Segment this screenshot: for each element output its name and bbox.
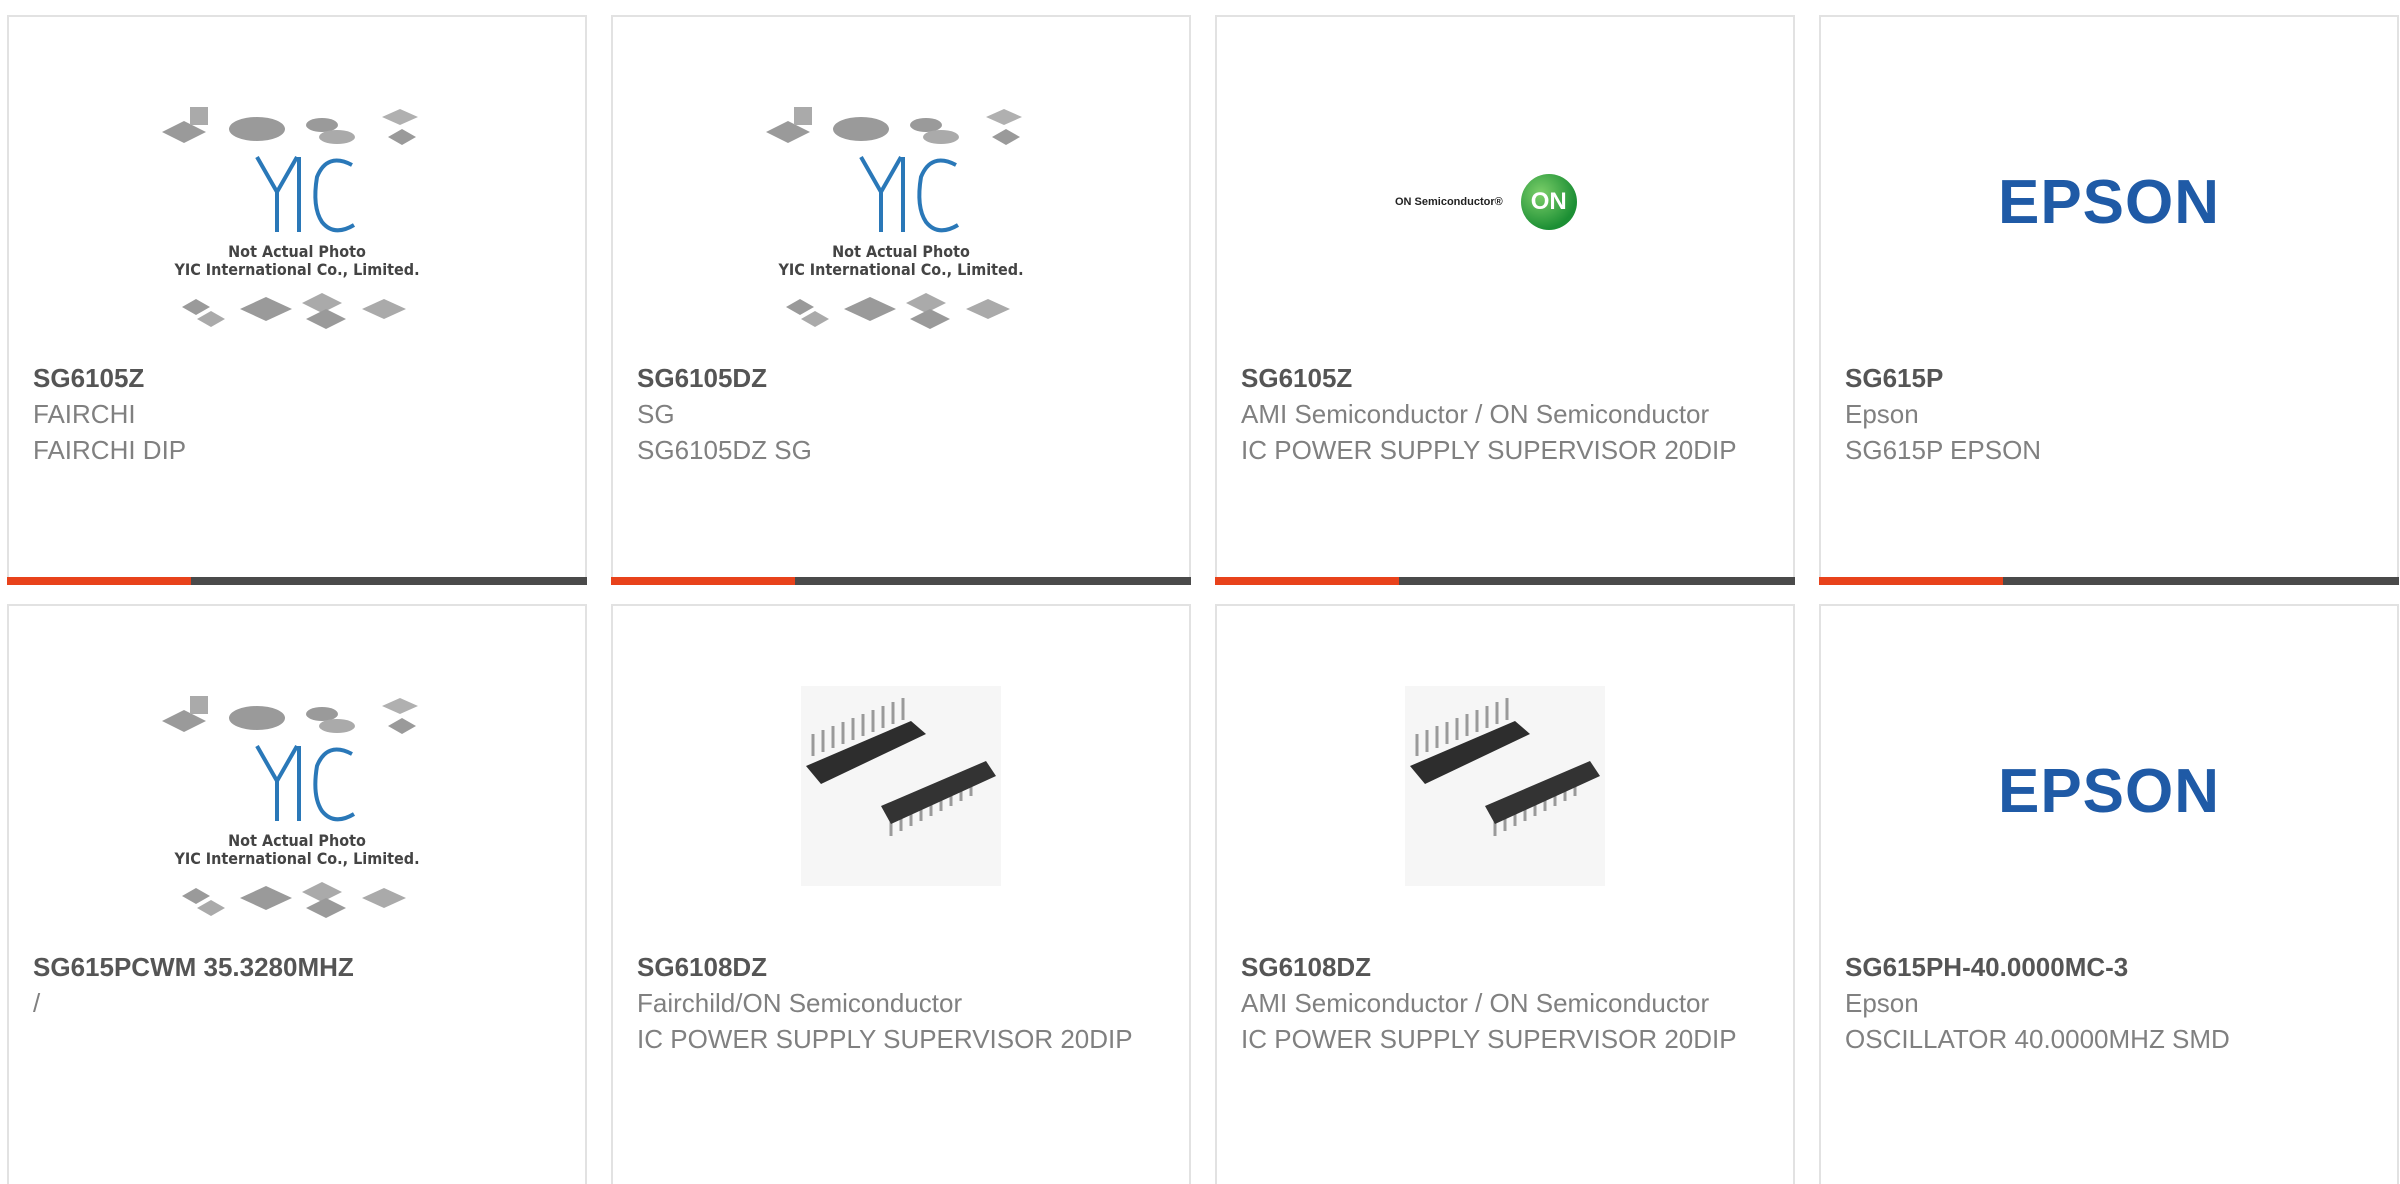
epson-logo: EPSON [1997,757,2221,826]
description: IC POWER SUPPLY SUPERVISOR 20DIP [637,1024,1133,1054]
product-image[interactable]: Not Actual Photo YIC International Co., … [9,97,585,367]
product-card[interactable]: EPSON SG615PH-40.0000MC-3 Epson OSCILLAT… [1819,604,2399,1184]
part-number[interactable]: SG6105Z [1241,360,1769,396]
card-bottom-bar [1819,577,2399,585]
manufacturer: AMI Semiconductor / ON Semiconductor [1241,988,1710,1018]
part-number[interactable]: SG6105DZ [637,360,1165,396]
manufacturer: Epson [1845,988,1919,1018]
on-badge-icon: ON [1520,174,1577,230]
card-bottom-bar [1215,577,1795,585]
product-info: SG6105Z AMI Semiconductor / ON Semicondu… [1241,360,1769,468]
product-card[interactable]: EPSON SG615P Epson SG615P EPSON [1819,15,2399,585]
manufacturer: / [33,988,41,1018]
dip-chip-icon [801,686,1001,886]
caption-line-2: YIC International Co., Limited. [777,260,1023,279]
product-info: SG615PCWM 35.3280MHZ / [33,949,561,1021]
product-info: SG6105DZ SG SG6105DZ SG [637,360,1165,468]
product-card[interactable]: Not Actual Photo YIC International Co., … [7,604,587,1184]
epson-logo: EPSON [1997,168,2221,237]
caption-line-1: Not Actual Photo [228,242,366,261]
product-card[interactable]: Not Actual Photo YIC International Co., … [611,15,1191,585]
on-semiconductor-logo: ON Semiconductor® ON [1395,172,1615,232]
product-image[interactable] [1217,686,1793,956]
product-card[interactable]: ON Semiconductor® ON SG6105Z AMI Semicon… [1215,15,1795,585]
part-number[interactable]: SG6105Z [33,360,561,396]
product-info: SG6105Z FAIRCHI FAIRCHI DIP [33,360,561,468]
manufacturer: Epson [1845,399,1919,429]
product-info: SG615PH-40.0000MC-3 Epson OSCILLATOR 40.… [1845,949,2373,1057]
yic-placeholder-icon: Not Actual Photo YIC International Co., … [766,107,1024,329]
caption-line-2: YIC International Co., Limited. [173,849,419,868]
product-image[interactable]: Not Actual Photo YIC International Co., … [9,686,585,956]
card-bottom-bar [611,577,1191,585]
card-bottom-bar [7,577,587,585]
product-card[interactable]: Not Actual Photo YIC International Co., … [7,15,587,585]
part-number[interactable]: SG6108DZ [1241,949,1769,985]
manufacturer: SG [637,399,675,429]
product-card[interactable]: SG6108DZ Fairchild/ON Semiconductor IC P… [611,604,1191,1184]
yic-placeholder-icon: Not Actual Photo YIC International Co., … [162,107,420,329]
description: IC POWER SUPPLY SUPERVISOR 20DIP [1241,1024,1737,1054]
part-number[interactable]: SG615PCWM 35.3280MHZ [33,949,561,985]
description: SG615P EPSON [1845,435,2042,465]
caption-line-2: YIC International Co., Limited. [173,260,419,279]
description: IC POWER SUPPLY SUPERVISOR 20DIP [1241,435,1737,465]
description: OSCILLATOR 40.0000MHZ SMD [1845,1024,2230,1054]
dip-chip-icon [1405,686,1605,886]
description: FAIRCHI DIP [33,435,187,465]
product-image[interactable] [613,686,1189,956]
caption-line-1: Not Actual Photo [832,242,970,261]
manufacturer: AMI Semiconductor / ON Semiconductor [1241,399,1710,429]
product-image[interactable]: EPSON [1821,97,2397,367]
logo-text: ON Semiconductor® [1395,196,1503,208]
product-info: SG6108DZ Fairchild/ON Semiconductor IC P… [637,949,1165,1057]
manufacturer: Fairchild/ON Semiconductor [637,988,963,1018]
manufacturer: FAIRCHI [33,399,136,429]
part-number[interactable]: SG615P [1845,360,2373,396]
product-image[interactable]: Not Actual Photo YIC International Co., … [613,97,1189,367]
part-number[interactable]: SG6108DZ [637,949,1165,985]
product-info: SG6108DZ AMI Semiconductor / ON Semicond… [1241,949,1769,1057]
part-number[interactable]: SG615PH-40.0000MC-3 [1845,949,2373,985]
product-image[interactable]: EPSON [1821,686,2397,956]
product-card[interactable]: SG6108DZ AMI Semiconductor / ON Semicond… [1215,604,1795,1184]
caption-line-1: Not Actual Photo [228,831,366,850]
product-image[interactable]: ON Semiconductor® ON [1217,97,1793,367]
yic-placeholder-icon: Not Actual Photo YIC International Co., … [162,696,420,918]
description: SG6105DZ SG [637,435,812,465]
product-info: SG615P Epson SG615P EPSON [1845,360,2373,468]
